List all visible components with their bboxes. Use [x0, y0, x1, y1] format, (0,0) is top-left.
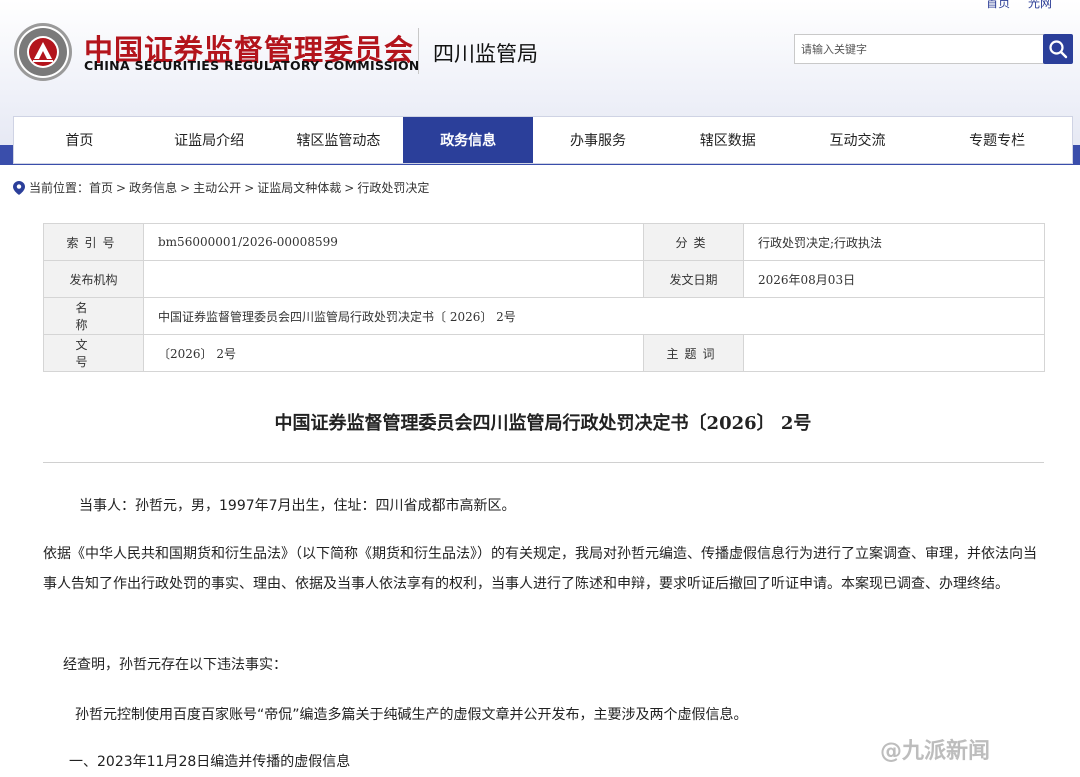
meta-row: 发布机构 发文日期 2026年08月03日	[43, 260, 1045, 298]
search-input[interactable]	[795, 35, 1012, 63]
title-divider	[43, 462, 1044, 463]
name-label: 名称	[43, 297, 144, 335]
docno-value: 〔2026〕 2号	[143, 334, 644, 372]
location-pin-icon	[13, 180, 25, 195]
breadcrumb-separator: >	[344, 180, 355, 195]
date-value: 2026年08月03日	[743, 260, 1045, 298]
docno-label: 文号	[43, 334, 144, 372]
paragraph-party: 当事人：孙哲元，男，1997年7月出生，住址：四川省成都市高新区。	[79, 498, 516, 514]
breadcrumb-separator: >	[244, 180, 255, 195]
document-meta-table: 索引号 bm56000001/2026-00008599 分类 行政处罚决定;行…	[43, 223, 1045, 372]
date-label: 发文日期	[643, 260, 744, 298]
breadcrumb-separator: >	[180, 180, 191, 195]
nav-item-gov-info[interactable]: 政务信息	[403, 117, 534, 163]
section-heading-one: 一、2023年11月28日编造并传播的虚假信息	[69, 754, 351, 770]
paragraph-findings-summary: 孙哲元控制使用百度百家账号“帝侃”编造多篇关于纯碱生产的虚假文章并公开发布，主要…	[75, 707, 748, 723]
meta-row: 名称 中国证券监督管理委员会四川监管局行政处罚决定书〔 2026〕 2号	[43, 297, 1045, 335]
nav-item-regional-data[interactable]: 辖区数据	[663, 117, 793, 163]
breadcrumb-gov-info[interactable]: 政务信息	[129, 179, 177, 196]
breadcrumb-doc-types[interactable]: 证监局文种体裁	[257, 179, 341, 196]
index-label: 索引号	[43, 223, 144, 261]
nav-item-regional-news[interactable]: 辖区监管动态	[274, 117, 404, 163]
category-value: 行政处罚决定;行政执法	[743, 223, 1045, 261]
nav-item-special-topics[interactable]: 专题专栏	[922, 117, 1072, 163]
watermark-text: @九派新闻	[880, 739, 991, 764]
nav-item-interaction[interactable]: 互动交流	[793, 117, 923, 163]
keywords-label: 主题词	[643, 334, 744, 372]
search-button[interactable]	[1043, 34, 1073, 64]
bureau-name: 四川监管局	[433, 42, 538, 66]
breadcrumb-label: 当前位置：	[29, 181, 90, 195]
top-link-network[interactable]: 光网	[1028, 0, 1052, 10]
index-value: bm56000001/2026-00008599	[143, 223, 644, 261]
watermark: @九派新闻	[880, 733, 990, 765]
publisher-value	[143, 260, 644, 298]
breadcrumb: 当前位置： 首页 > 政务信息 > 主动公开 > 证监局文种体裁 > 行政处罚决…	[13, 179, 429, 196]
top-link-home[interactable]: 首页	[986, 0, 1010, 10]
search-icon	[1049, 40, 1068, 59]
document-title: 中国证券监督管理委员会四川监管局行政处罚决定书〔2026〕 2号	[274, 413, 812, 434]
meta-row: 文号 〔2026〕 2号 主题词	[43, 334, 1045, 372]
top-links: 首页 光网	[972, 0, 1052, 11]
brand-divider	[418, 28, 419, 74]
paragraph-findings-intro: 经查明，孙哲元存在以下违法事实：	[63, 657, 287, 673]
category-label: 分类	[643, 223, 744, 261]
nav-item-home[interactable]: 首页	[14, 117, 145, 163]
org-name-en: CHINA SECURITIES REGULATORY COMMISSION	[84, 58, 420, 73]
content-panel: 索引号 bm56000001/2026-00008599 分类 行政处罚决定;行…	[13, 210, 1073, 777]
paragraph-basis: 依据《中华人民共和国期货和衍生品法》（以下简称《期货和衍生品法》）的有关规定，我…	[43, 546, 1037, 592]
publisher-label: 发布机构	[43, 260, 144, 298]
nav-item-bureau-intro[interactable]: 证监局介绍	[145, 117, 274, 163]
breadcrumb-public[interactable]: 主动公开	[193, 179, 241, 196]
breadcrumb-home[interactable]: 首页	[89, 179, 113, 196]
search-box	[794, 34, 1044, 64]
name-value: 中国证券监督管理委员会四川监管局行政处罚决定书〔 2026〕 2号	[143, 297, 1045, 335]
breadcrumb-separator: >	[116, 180, 127, 195]
main-nav: 首页 证监局介绍 辖区监管动态 政务信息 办事服务 辖区数据 互动交流 专题专栏	[13, 116, 1073, 164]
nav-item-services[interactable]: 办事服务	[533, 117, 663, 163]
keywords-value	[743, 334, 1045, 372]
meta-row: 索引号 bm56000001/2026-00008599 分类 行政处罚决定;行…	[43, 223, 1045, 261]
csrc-logo-icon[interactable]	[13, 22, 73, 82]
breadcrumb-penalty[interactable]: 行政处罚决定	[357, 179, 429, 196]
